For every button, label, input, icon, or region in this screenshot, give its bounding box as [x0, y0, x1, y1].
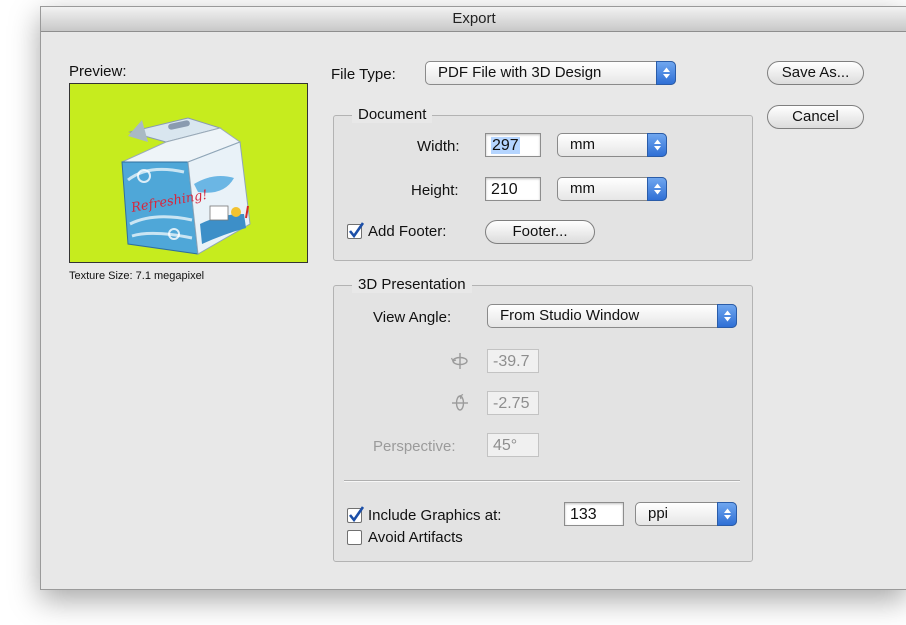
checkmark-icon	[348, 222, 364, 239]
height-unit-dropdown[interactable]: mm	[557, 177, 667, 201]
perspective-field[interactable]: 45°	[487, 433, 539, 457]
rotate-vertical-value: -39.7	[493, 353, 530, 370]
chevron-updown-icon	[647, 133, 667, 157]
box-3d-preview: Refreshing!	[121, 117, 251, 255]
file-type-dropdown[interactable]: PDF File with 3D Design	[425, 61, 676, 85]
height-value: 210	[491, 181, 518, 198]
width-unit-value: mm	[570, 136, 595, 153]
cancel-button[interactable]: Cancel	[767, 105, 864, 129]
rotate-horizontal-axis-icon	[451, 393, 469, 417]
perspective-value: 45°	[493, 437, 518, 454]
view-angle-label: View Angle:	[373, 309, 452, 326]
width-unit-dropdown[interactable]: mm	[557, 133, 667, 157]
include-graphics-label: Include Graphics at:	[368, 507, 502, 524]
add-footer-label: Add Footer:	[368, 223, 447, 240]
perspective-label: Perspective:	[373, 438, 456, 455]
checkmark-icon	[348, 506, 364, 523]
presentation-group-title: 3D Presentation	[352, 276, 472, 293]
chevron-updown-icon	[656, 61, 676, 85]
include-graphics-value: 133	[570, 506, 597, 523]
chevron-updown-icon	[717, 304, 737, 328]
include-graphics-field[interactable]: 133	[564, 502, 624, 526]
window-title: Export	[41, 7, 906, 32]
export-dialog: Export Preview: Refreshing! Texture Size…	[40, 6, 906, 590]
rotate-vertical-axis-icon	[450, 352, 469, 375]
add-footer-checkbox[interactable]	[347, 222, 364, 239]
preview-image: Refreshing!	[69, 83, 308, 263]
footer-button[interactable]: Footer...	[485, 220, 595, 244]
width-label: Width:	[417, 138, 460, 155]
height-field[interactable]: 210	[485, 177, 541, 201]
include-graphics-unit-value: ppi	[648, 505, 669, 522]
chevron-updown-icon	[647, 177, 667, 201]
file-type-value: PDF File with 3D Design	[438, 64, 602, 81]
avoid-artifacts-checkbox[interactable]	[347, 530, 362, 545]
width-field[interactable]: 297	[485, 133, 541, 157]
chevron-updown-icon	[717, 502, 737, 526]
height-label: Height:	[411, 182, 459, 199]
height-unit-value: mm	[570, 180, 595, 197]
include-graphics-checkbox[interactable]	[347, 506, 364, 523]
view-angle-value: From Studio Window	[500, 307, 640, 324]
texture-size-label: Texture Size: 7.1 megapixel	[69, 270, 205, 282]
width-value: 297	[491, 137, 520, 154]
document-group-title: Document	[352, 106, 433, 123]
section-divider	[344, 480, 740, 482]
view-angle-dropdown[interactable]: From Studio Window	[487, 304, 737, 328]
avoid-artifacts-label: Avoid Artifacts	[368, 529, 463, 546]
rotate-vertical-field[interactable]: -39.7	[487, 349, 539, 373]
save-as-button[interactable]: Save As...	[767, 61, 864, 85]
file-type-label: File Type:	[331, 66, 396, 83]
preview-label: Preview:	[69, 63, 127, 80]
rotate-horizontal-value: -2.75	[493, 395, 530, 412]
include-graphics-unit-dropdown[interactable]: ppi	[635, 502, 737, 526]
rotate-horizontal-field[interactable]: -2.75	[487, 391, 539, 415]
